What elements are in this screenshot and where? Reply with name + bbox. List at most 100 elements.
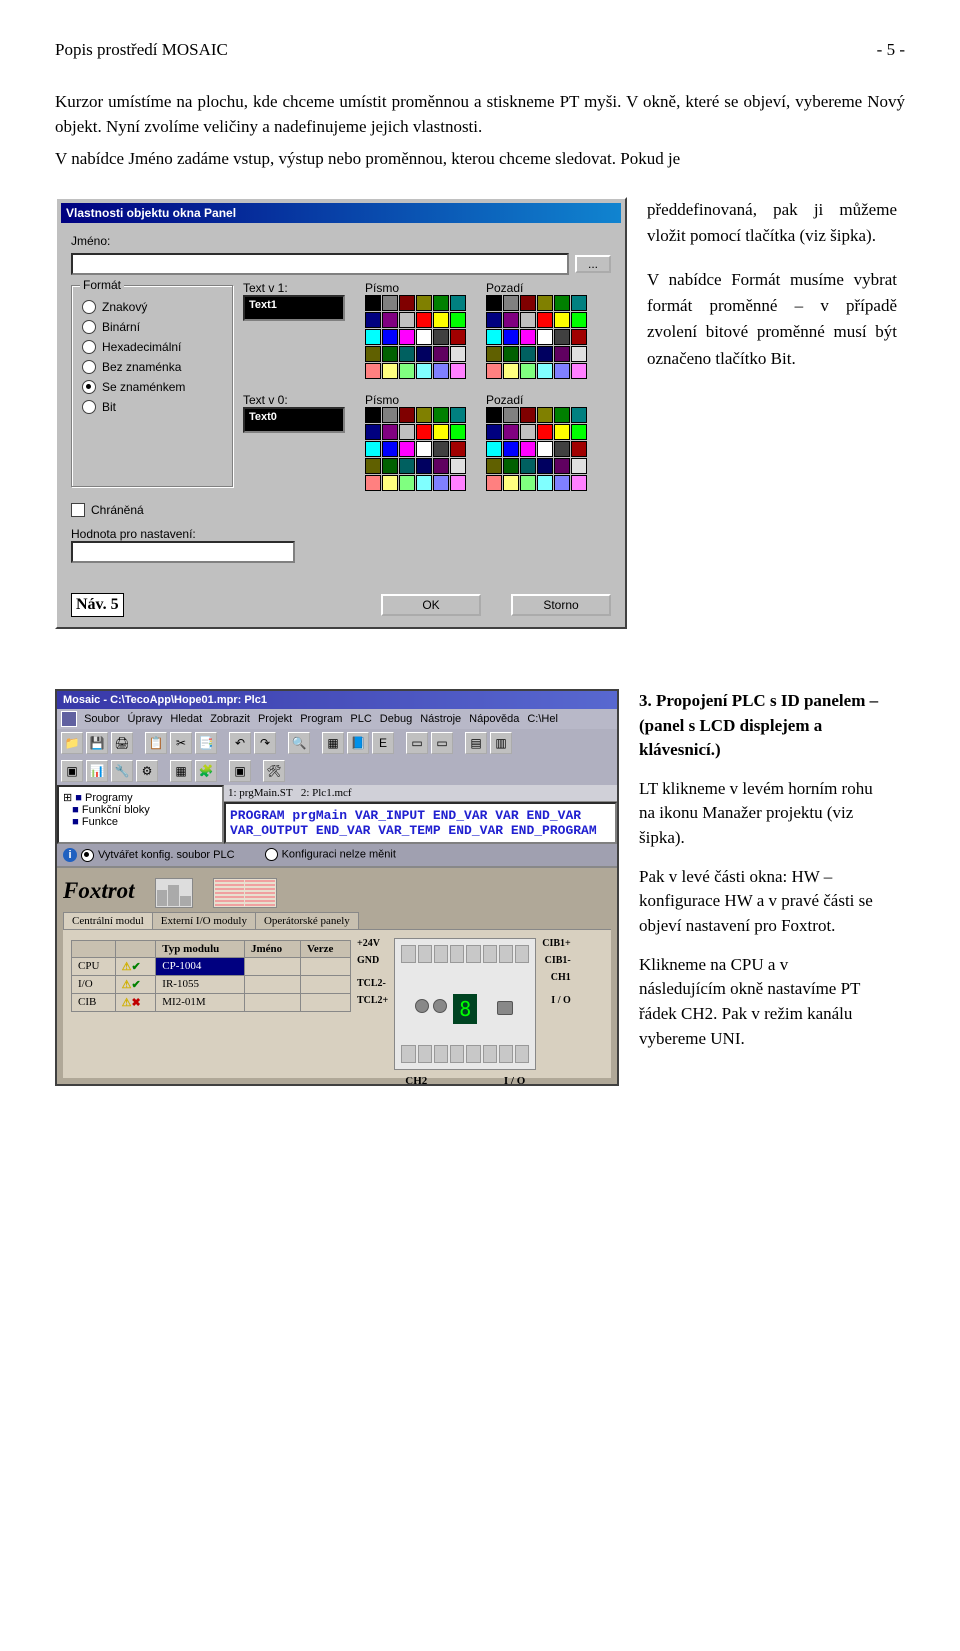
palette-swatch[interactable] — [365, 475, 381, 491]
menu-item[interactable]: PLC — [350, 713, 371, 725]
toolbar-button[interactable]: 📘 — [347, 732, 369, 754]
palette-swatch[interactable] — [571, 475, 587, 491]
palette-swatch[interactable] — [554, 363, 570, 379]
palette-swatch[interactable] — [520, 407, 536, 423]
code-tab-1[interactable]: 1: prgMain.ST — [228, 787, 293, 799]
mosaic-toolbar-2[interactable]: ▣📊🔧⚙▦🧩▣🛠 — [57, 757, 617, 785]
toolbar-button[interactable]: ▦ — [170, 760, 192, 782]
palette-swatch[interactable] — [571, 346, 587, 362]
palette-swatch[interactable] — [537, 312, 553, 328]
palette-swatch[interactable] — [399, 407, 415, 423]
palette-swatch[interactable] — [554, 346, 570, 362]
palette-swatch[interactable] — [416, 424, 432, 440]
palette-pismo-1[interactable] — [365, 295, 466, 379]
palette-swatch[interactable] — [365, 295, 381, 311]
palette-swatch[interactable] — [450, 312, 466, 328]
palette-swatch[interactable] — [554, 295, 570, 311]
palette-swatch[interactable] — [537, 329, 553, 345]
palette-swatch[interactable] — [486, 312, 502, 328]
menu-item[interactable]: Nástroje — [420, 713, 461, 725]
menu-item[interactable]: Úpravy — [128, 713, 163, 725]
radio-hexa[interactable]: Hexadecimální — [82, 340, 222, 354]
palette-swatch[interactable] — [537, 475, 553, 491]
palette-swatch[interactable] — [554, 441, 570, 457]
palette-swatch[interactable] — [433, 329, 449, 345]
toolbar-button[interactable]: ↶ — [229, 732, 251, 754]
palette-swatch[interactable] — [571, 295, 587, 311]
toolbar-button[interactable]: 📑 — [195, 732, 217, 754]
palette-swatch[interactable] — [503, 441, 519, 457]
palette-swatch[interactable] — [365, 458, 381, 474]
palette-swatch[interactable] — [571, 312, 587, 328]
palette-swatch[interactable] — [486, 363, 502, 379]
palette-swatch[interactable] — [416, 441, 432, 457]
palette-swatch[interactable] — [433, 346, 449, 362]
palette-swatch[interactable] — [433, 295, 449, 311]
table-row[interactable]: CPU⚠✔CP-1004 — [72, 957, 351, 975]
palette-swatch[interactable] — [571, 407, 587, 423]
palette-swatch[interactable] — [365, 346, 381, 362]
palette-swatch[interactable] — [486, 441, 502, 457]
code-tabs[interactable]: 1: prgMain.ST 2: Plc1.mcf — [224, 785, 617, 802]
table-row[interactable]: CIB⚠✖MI2-01M — [72, 993, 351, 1011]
palette-swatch[interactable] — [450, 441, 466, 457]
foxtrot-tabs[interactable]: Centrální modulExterní I/O modulyOperáto… — [63, 912, 611, 929]
radio-binarni[interactable]: Binární — [82, 320, 222, 334]
menu-item[interactable]: Soubor — [84, 713, 119, 725]
palette-swatch[interactable] — [416, 312, 432, 328]
palette-swatch[interactable] — [433, 407, 449, 423]
palette-swatch[interactable] — [450, 424, 466, 440]
checkbox-chranena[interactable]: Chráněná — [71, 503, 611, 517]
palette-swatch[interactable] — [399, 329, 415, 345]
tab-operatorske-panely[interactable]: Operátorské panely — [255, 912, 359, 929]
palette-swatch[interactable] — [365, 329, 381, 345]
palette-swatch[interactable] — [450, 329, 466, 345]
palette-swatch[interactable] — [486, 329, 502, 345]
palette-swatch[interactable] — [520, 475, 536, 491]
menu-item[interactable]: C:\Hel — [527, 713, 558, 725]
tree-item-funkcni-bloky[interactable]: Funkční bloky — [82, 804, 150, 816]
palette-swatch[interactable] — [503, 407, 519, 423]
menu-item[interactable]: Zobrazit — [210, 713, 250, 725]
palette-swatch[interactable] — [520, 312, 536, 328]
palette-swatch[interactable] — [503, 295, 519, 311]
palette-swatch[interactable] — [503, 458, 519, 474]
palette-swatch[interactable] — [537, 407, 553, 423]
palette-swatch[interactable] — [433, 458, 449, 474]
toolbar-button[interactable]: ⚙ — [136, 760, 158, 782]
toolbar-button[interactable]: 🔧 — [111, 760, 133, 782]
menu-item[interactable]: Program — [300, 713, 342, 725]
palette-pozadi-0[interactable] — [486, 407, 587, 491]
palette-swatch[interactable] — [365, 363, 381, 379]
radio-bez[interactable]: Bez znaménka — [82, 360, 222, 374]
toolbar-button[interactable]: ▤ — [465, 732, 487, 754]
palette-swatch[interactable] — [399, 424, 415, 440]
foxtrot-module-table[interactable]: Typ modulu Jméno Verze CPU⚠✔CP-1004I/O⚠✔… — [71, 940, 351, 1012]
code-tab-2[interactable]: 2: Plc1.mcf — [301, 787, 352, 799]
palette-swatch[interactable] — [382, 458, 398, 474]
toolbar-button[interactable]: ✂ — [170, 732, 192, 754]
toolbar-button[interactable]: 📁 — [61, 732, 83, 754]
palette-swatch[interactable] — [520, 458, 536, 474]
palette-swatch[interactable] — [537, 424, 553, 440]
palette-swatch[interactable] — [382, 407, 398, 423]
palette-swatch[interactable] — [365, 407, 381, 423]
palette-swatch[interactable] — [365, 424, 381, 440]
toolbar-button[interactable]: ▣ — [229, 760, 251, 782]
button-storno[interactable]: Storno — [511, 594, 611, 616]
toolbar-button[interactable]: E — [372, 732, 394, 754]
radio-znakovy[interactable]: Znakový — [82, 300, 222, 314]
radio-se-znamenkem[interactable]: Se znaménkem — [82, 380, 222, 394]
palette-swatch[interactable] — [520, 346, 536, 362]
palette-swatch[interactable] — [416, 329, 432, 345]
button-ok[interactable]: OK — [381, 594, 481, 616]
palette-swatch[interactable] — [554, 329, 570, 345]
palette-swatch[interactable] — [503, 475, 519, 491]
input-text-v0[interactable]: Text0 — [243, 407, 345, 433]
mosaic-toolbar-1[interactable]: 📁💾🖨📋✂📑↶↷🔍▦📘E▭▭▤▥ — [57, 729, 617, 757]
toolbar-button[interactable]: ▭ — [431, 732, 453, 754]
toolbar-button[interactable]: ▦ — [322, 732, 344, 754]
menu-item[interactable]: Projekt — [258, 713, 292, 725]
palette-swatch[interactable] — [503, 346, 519, 362]
palette-swatch[interactable] — [365, 441, 381, 457]
